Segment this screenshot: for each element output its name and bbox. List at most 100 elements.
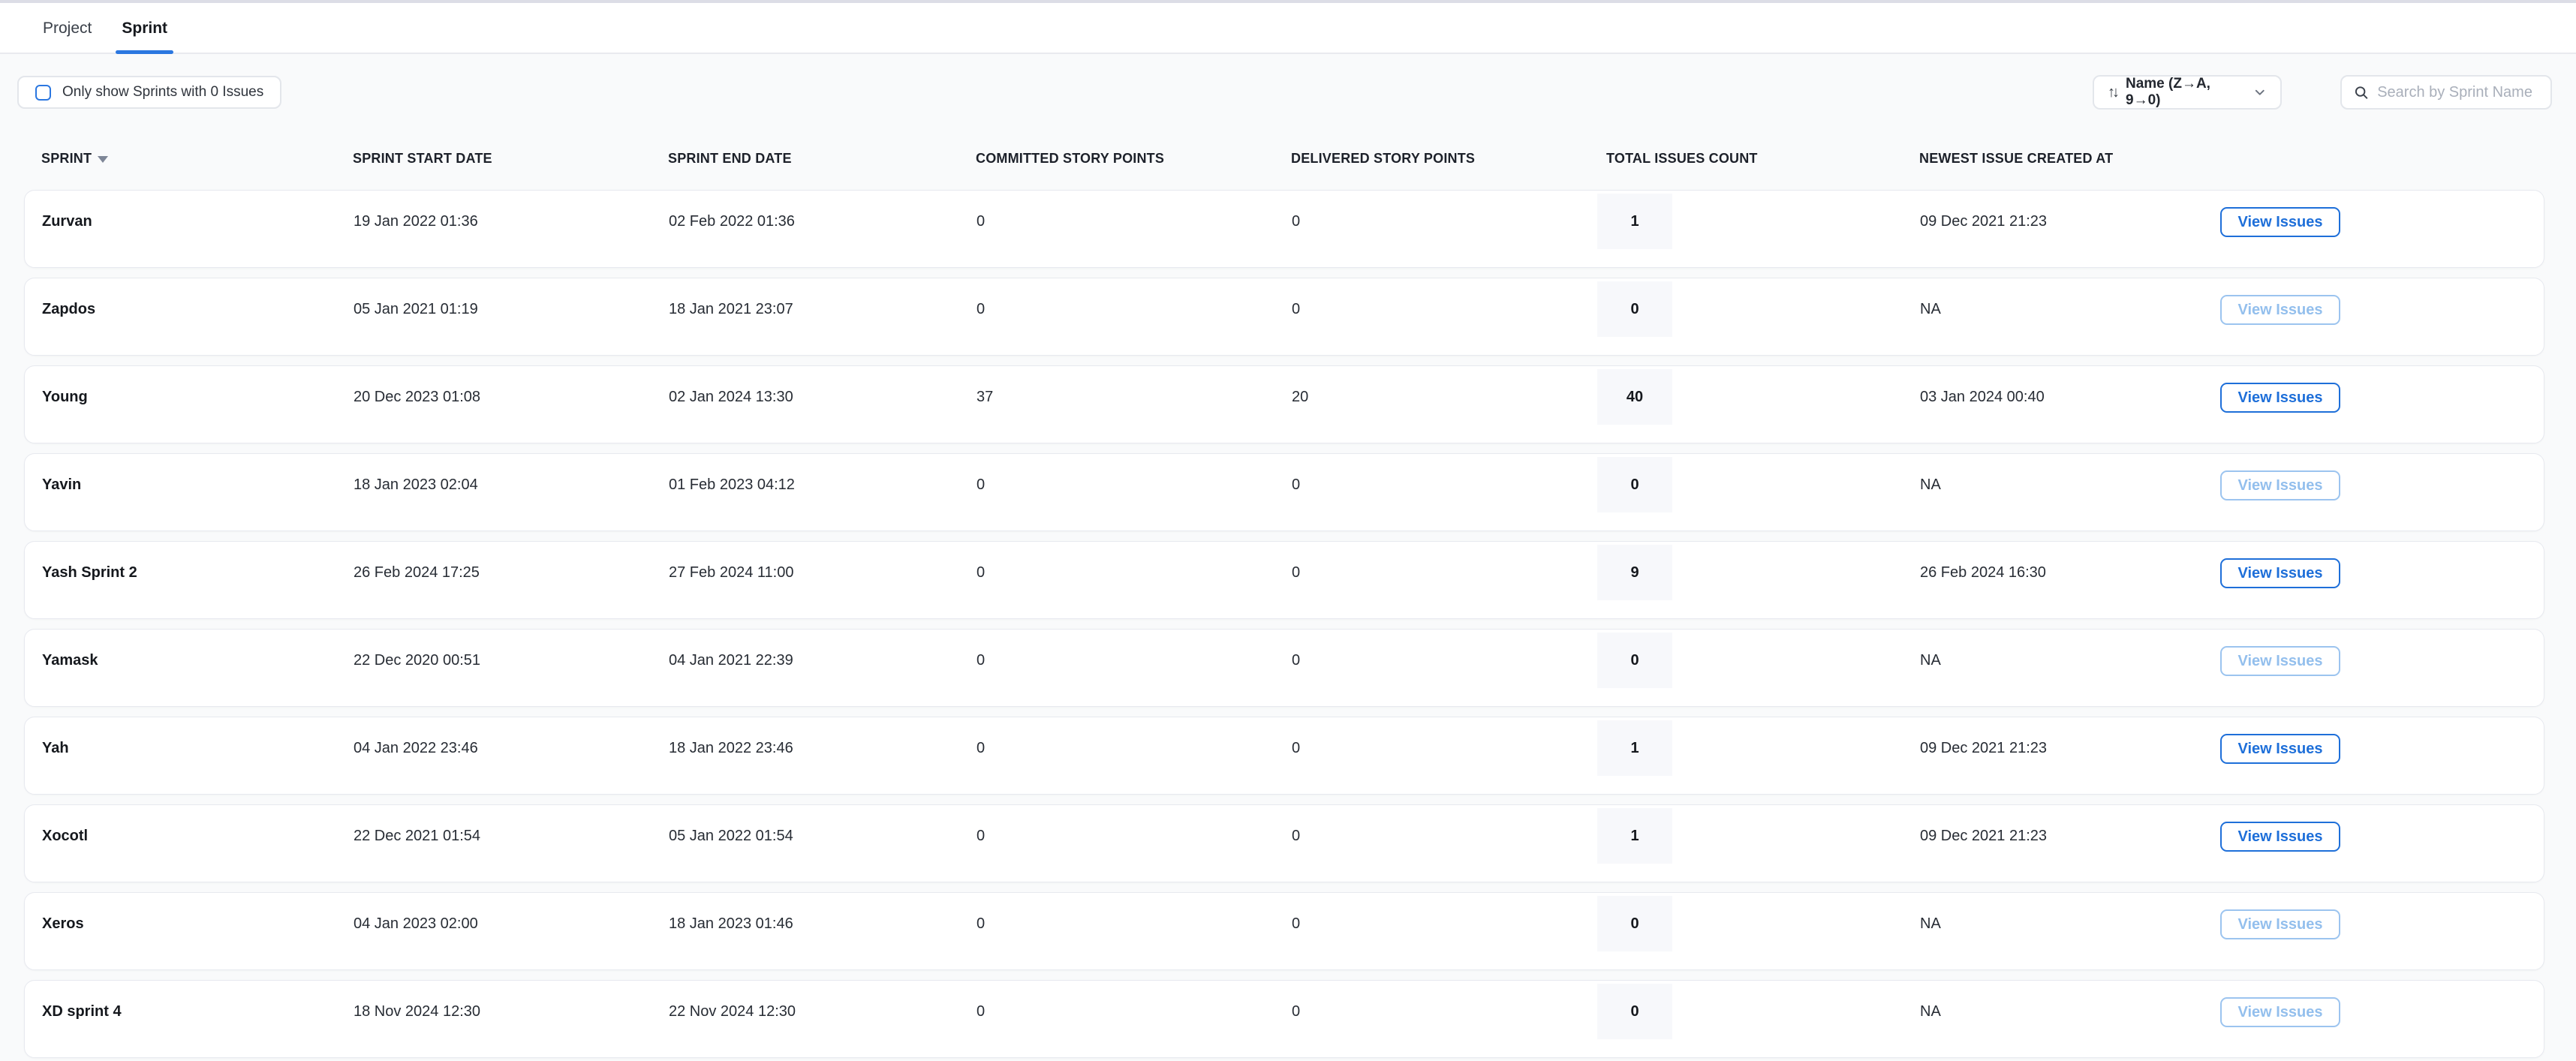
- sprint-name: Xeros: [25, 893, 354, 969]
- column-header-sprint[interactable]: SPRINT: [24, 151, 353, 167]
- view-issues-button: View Issues: [2220, 470, 2340, 500]
- sprint-start-date: 05 Jan 2021 01:19: [354, 278, 669, 355]
- committed-story-points: 0: [977, 278, 1292, 355]
- sprint-end-date: 22 Nov 2024 12:30: [669, 981, 977, 1057]
- search-input[interactable]: [2377, 84, 2538, 101]
- zero-issues-filter[interactable]: Only show Sprints with 0 Issues: [17, 76, 281, 109]
- sprint-end-date: 27 Feb 2024 11:00: [669, 542, 977, 618]
- sprint-name: Yah: [25, 717, 354, 794]
- column-header-delivered-points: DELIVERED STORY POINTS: [1291, 151, 1606, 167]
- view-issues-button[interactable]: View Issues: [2220, 822, 2340, 852]
- newest-issue-created-at: 03 Jan 2024 00:40: [1920, 366, 2220, 443]
- newest-issue-created-at: NA: [1920, 981, 2220, 1057]
- newest-issue-created-at: NA: [1920, 454, 2220, 530]
- column-header-start-date: SPRINT START DATE: [353, 151, 668, 167]
- view-issues-button: View Issues: [2220, 909, 2340, 939]
- delivered-story-points: 0: [1292, 630, 1597, 706]
- sort-dropdown[interactable]: ↑↓ Name (Z→A, 9→0): [2093, 75, 2282, 110]
- table-row: Yavin 18 Jan 2023 02:04 01 Feb 2023 04:1…: [24, 453, 2544, 531]
- chevron-down-icon: [2253, 86, 2267, 99]
- total-issues-count: 0: [1597, 633, 1672, 688]
- newest-issue-created-at: 26 Feb 2024 16:30: [1920, 542, 2220, 618]
- table-header: SPRINT SPRINT START DATE SPRINT END DATE…: [24, 140, 2544, 177]
- view-issues-button[interactable]: View Issues: [2220, 383, 2340, 413]
- sprint-start-date: 26 Feb 2024 17:25: [354, 542, 669, 618]
- sprint-name: Yamask: [25, 630, 354, 706]
- table-row: Young 20 Dec 2023 01:08 02 Jan 2024 13:3…: [24, 365, 2544, 443]
- view-issues-button: View Issues: [2220, 997, 2340, 1027]
- table-row: Xocotl 22 Dec 2021 01:54 05 Jan 2022 01:…: [24, 804, 2544, 882]
- committed-story-points: 0: [977, 191, 1292, 267]
- search-icon: [2354, 84, 2368, 101]
- total-issues-count: 1: [1597, 808, 1672, 864]
- delivered-story-points: 0: [1292, 454, 1597, 530]
- table-row: Xeros 04 Jan 2023 02:00 18 Jan 2023 01:4…: [24, 892, 2544, 970]
- sprint-start-date: 20 Dec 2023 01:08: [354, 366, 669, 443]
- newest-issue-created-at: NA: [1920, 893, 2220, 969]
- sprint-start-date: 18 Jan 2023 02:04: [354, 454, 669, 530]
- sort-descending-icon: [98, 156, 108, 163]
- total-issues-count: 9: [1597, 545, 1672, 600]
- view-issues-button: View Issues: [2220, 646, 2340, 676]
- sprint-start-date: 04 Jan 2022 23:46: [354, 717, 669, 794]
- column-header-end-date: SPRINT END DATE: [668, 151, 976, 167]
- committed-story-points: 0: [977, 717, 1292, 794]
- tab-bar: Project Sprint: [0, 3, 2576, 54]
- delivered-story-points: 0: [1292, 805, 1597, 882]
- sprint-end-date: 04 Jan 2021 22:39: [669, 630, 977, 706]
- newest-issue-created-at: 09 Dec 2021 21:23: [1920, 805, 2220, 882]
- column-header-committed-points: COMMITTED STORY POINTS: [976, 151, 1291, 167]
- newest-issue-created-at: NA: [1920, 278, 2220, 355]
- total-issues-count: 0: [1597, 984, 1672, 1039]
- committed-story-points: 0: [977, 630, 1292, 706]
- table-row: Zapdos 05 Jan 2021 01:19 18 Jan 2021 23:…: [24, 278, 2544, 356]
- sprint-end-date: 02 Jan 2024 13:30: [669, 366, 977, 443]
- tab-sprint[interactable]: Sprint: [120, 6, 169, 53]
- table-row: Zurvan 19 Jan 2022 01:36 02 Feb 2022 01:…: [24, 190, 2544, 268]
- delivered-story-points: 0: [1292, 717, 1597, 794]
- column-header-newest-issue: NEWEST ISSUE CREATED AT: [1919, 151, 2544, 167]
- sprint-start-date: 22 Dec 2020 00:51: [354, 630, 669, 706]
- sort-dropdown-label: Name (Z→A, 9→0): [2126, 76, 2246, 109]
- sprint-start-date: 22 Dec 2021 01:54: [354, 805, 669, 882]
- view-issues-button[interactable]: View Issues: [2220, 734, 2340, 764]
- table-row: Yah 04 Jan 2022 23:46 18 Jan 2022 23:46 …: [24, 717, 2544, 795]
- table-row: Yash Sprint 2 26 Feb 2024 17:25 27 Feb 2…: [24, 541, 2544, 619]
- sprint-start-date: 18 Nov 2024 12:30: [354, 981, 669, 1057]
- newest-issue-created-at: NA: [1920, 630, 2220, 706]
- tab-project[interactable]: Project: [41, 6, 93, 53]
- sprint-name: Zapdos: [25, 278, 354, 355]
- sprint-table-body: Zurvan 19 Jan 2022 01:36 02 Feb 2022 01:…: [24, 190, 2544, 1058]
- sprint-name: Xocotl: [25, 805, 354, 882]
- delivered-story-points: 0: [1292, 981, 1597, 1057]
- toolbar: Only show Sprints with 0 Issues ↑↓ Name …: [17, 75, 2552, 110]
- view-issues-button[interactable]: View Issues: [2220, 558, 2340, 588]
- sort-arrows-icon: ↑↓: [2108, 84, 2117, 101]
- delivered-story-points: 0: [1292, 191, 1597, 267]
- zero-issues-checkbox[interactable]: [35, 85, 51, 101]
- total-issues-count: 40: [1597, 369, 1672, 425]
- sprint-start-date: 04 Jan 2023 02:00: [354, 893, 669, 969]
- committed-story-points: 0: [977, 542, 1292, 618]
- committed-story-points: 0: [977, 893, 1292, 969]
- delivered-story-points: 0: [1292, 893, 1597, 969]
- sprint-end-date: 18 Jan 2021 23:07: [669, 278, 977, 355]
- total-issues-count: 0: [1597, 457, 1672, 512]
- committed-story-points: 0: [977, 981, 1292, 1057]
- sprint-name: Yavin: [25, 454, 354, 530]
- committed-story-points: 0: [977, 805, 1292, 882]
- sprint-name: Zurvan: [25, 191, 354, 267]
- sprint-end-date: 05 Jan 2022 01:54: [669, 805, 977, 882]
- total-issues-count: 0: [1597, 281, 1672, 337]
- zero-issues-label: Only show Sprints with 0 Issues: [62, 84, 263, 101]
- delivered-story-points: 0: [1292, 278, 1597, 355]
- delivered-story-points: 0: [1292, 542, 1597, 618]
- view-issues-button[interactable]: View Issues: [2220, 207, 2340, 237]
- sprint-name: XD sprint 4: [25, 981, 354, 1057]
- total-issues-count: 1: [1597, 194, 1672, 249]
- sprint-end-date: 18 Jan 2022 23:46: [669, 717, 977, 794]
- sprint-end-date: 02 Feb 2022 01:36: [669, 191, 977, 267]
- newest-issue-created-at: 09 Dec 2021 21:23: [1920, 717, 2220, 794]
- sprint-name: Young: [25, 366, 354, 443]
- sprint-name: Yash Sprint 2: [25, 542, 354, 618]
